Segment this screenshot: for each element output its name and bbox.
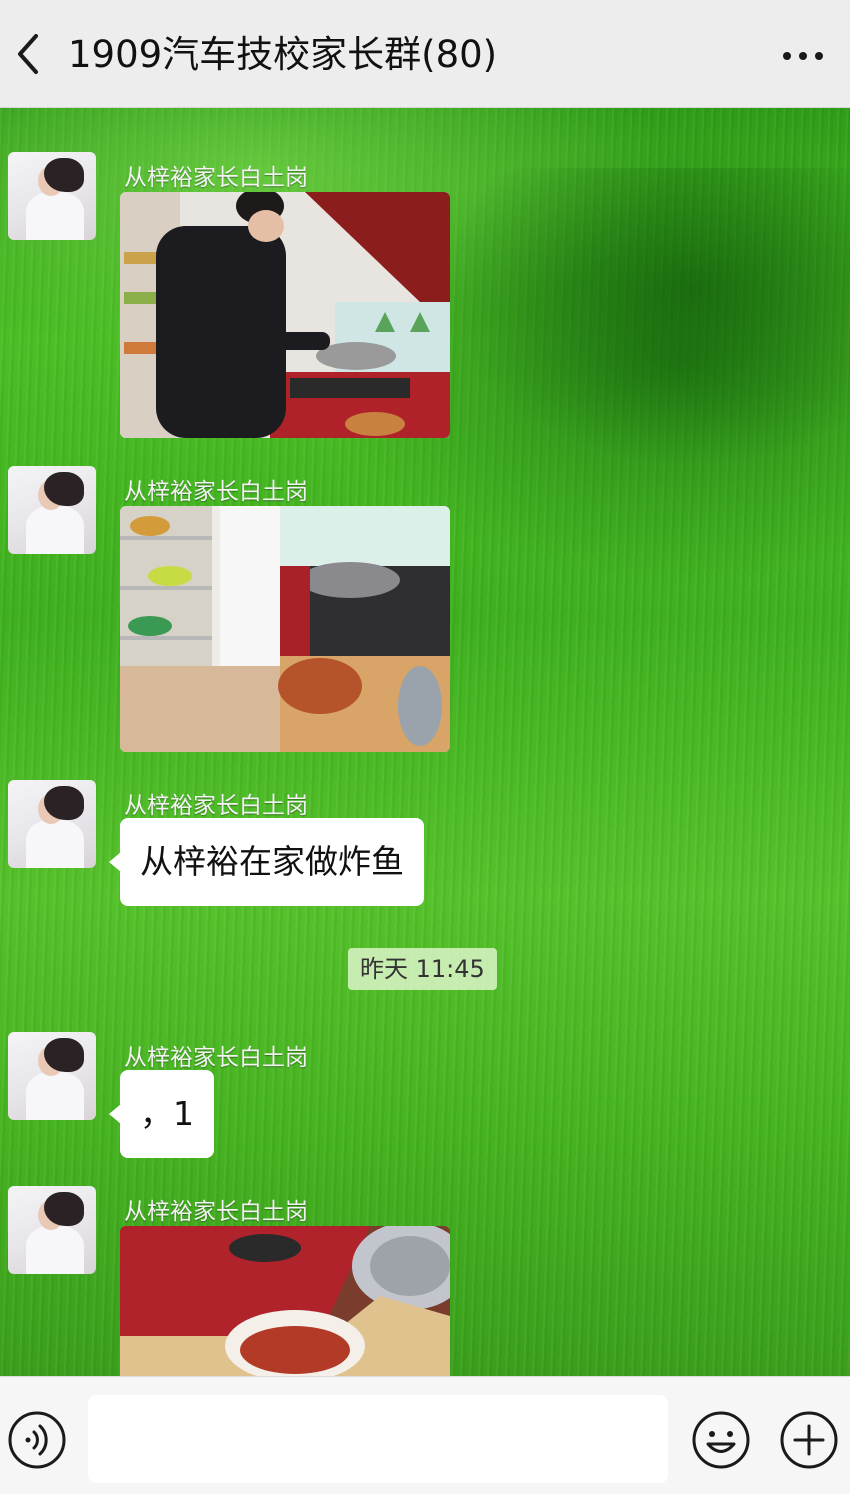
voice-button[interactable] [6, 1409, 68, 1471]
chevron-left-icon [18, 34, 38, 74]
image-message[interactable] [120, 1226, 450, 1376]
message-item: 从梓裕家长白土岗 从梓裕在家做炸鱼 [0, 776, 850, 906]
chat-title: 1909汽车技校家长群(80) [68, 33, 498, 76]
message-item: 从梓裕家长白土岗 [0, 1182, 850, 1376]
sender-avatar[interactable] [8, 780, 96, 868]
text-message-bubble[interactable]: ，1 [109, 1070, 214, 1158]
more-button[interactable] [778, 36, 828, 76]
sender-avatar[interactable] [8, 1186, 96, 1274]
message-item: 从梓裕家长白土岗 [0, 148, 850, 448]
sender-avatar[interactable] [8, 466, 96, 554]
emoji-icon [692, 1411, 750, 1469]
fried-fish-photo [120, 1226, 450, 1376]
voice-icon [8, 1411, 66, 1469]
plus-icon [780, 1411, 838, 1469]
emoji-button[interactable] [690, 1409, 752, 1471]
timestamp-badge: 昨天 11:45 [348, 948, 497, 990]
chat-area[interactable]: 从梓裕家长白土岗 从梓裕家长白土岗 从梓裕家长白土岗 从梓裕在家做炸鱼 昨天 1… [0, 108, 850, 1376]
sender-name: 从梓裕家长白土岗 [124, 165, 308, 191]
sender-avatar[interactable] [8, 152, 96, 240]
image-message[interactable] [120, 192, 450, 438]
text-message-bubble[interactable]: 从梓裕在家做炸鱼 [109, 818, 424, 906]
back-button[interactable] [8, 24, 48, 84]
input-bar [0, 1376, 850, 1494]
message-item: 从梓裕家长白土岗 ，1 [0, 1028, 850, 1158]
sender-name: 从梓裕家长白土岗 [124, 479, 308, 505]
boy-cooking-photo [120, 192, 450, 438]
message-item: 从梓裕家长白土岗 [0, 462, 850, 762]
image-message[interactable] [120, 506, 450, 752]
sender-name: 从梓裕家长白土岗 [124, 793, 308, 819]
sender-name: 从梓裕家长白土岗 [124, 1045, 308, 1071]
chat-header: 1909汽车技校家长群(80) [0, 0, 850, 108]
plus-button[interactable] [778, 1409, 840, 1471]
kitchen-photo [120, 506, 450, 752]
sender-name: 从梓裕家长白土岗 [124, 1199, 308, 1225]
sender-avatar[interactable] [8, 1032, 96, 1120]
message-input[interactable] [88, 1395, 668, 1483]
more-dots-icon [783, 52, 823, 60]
